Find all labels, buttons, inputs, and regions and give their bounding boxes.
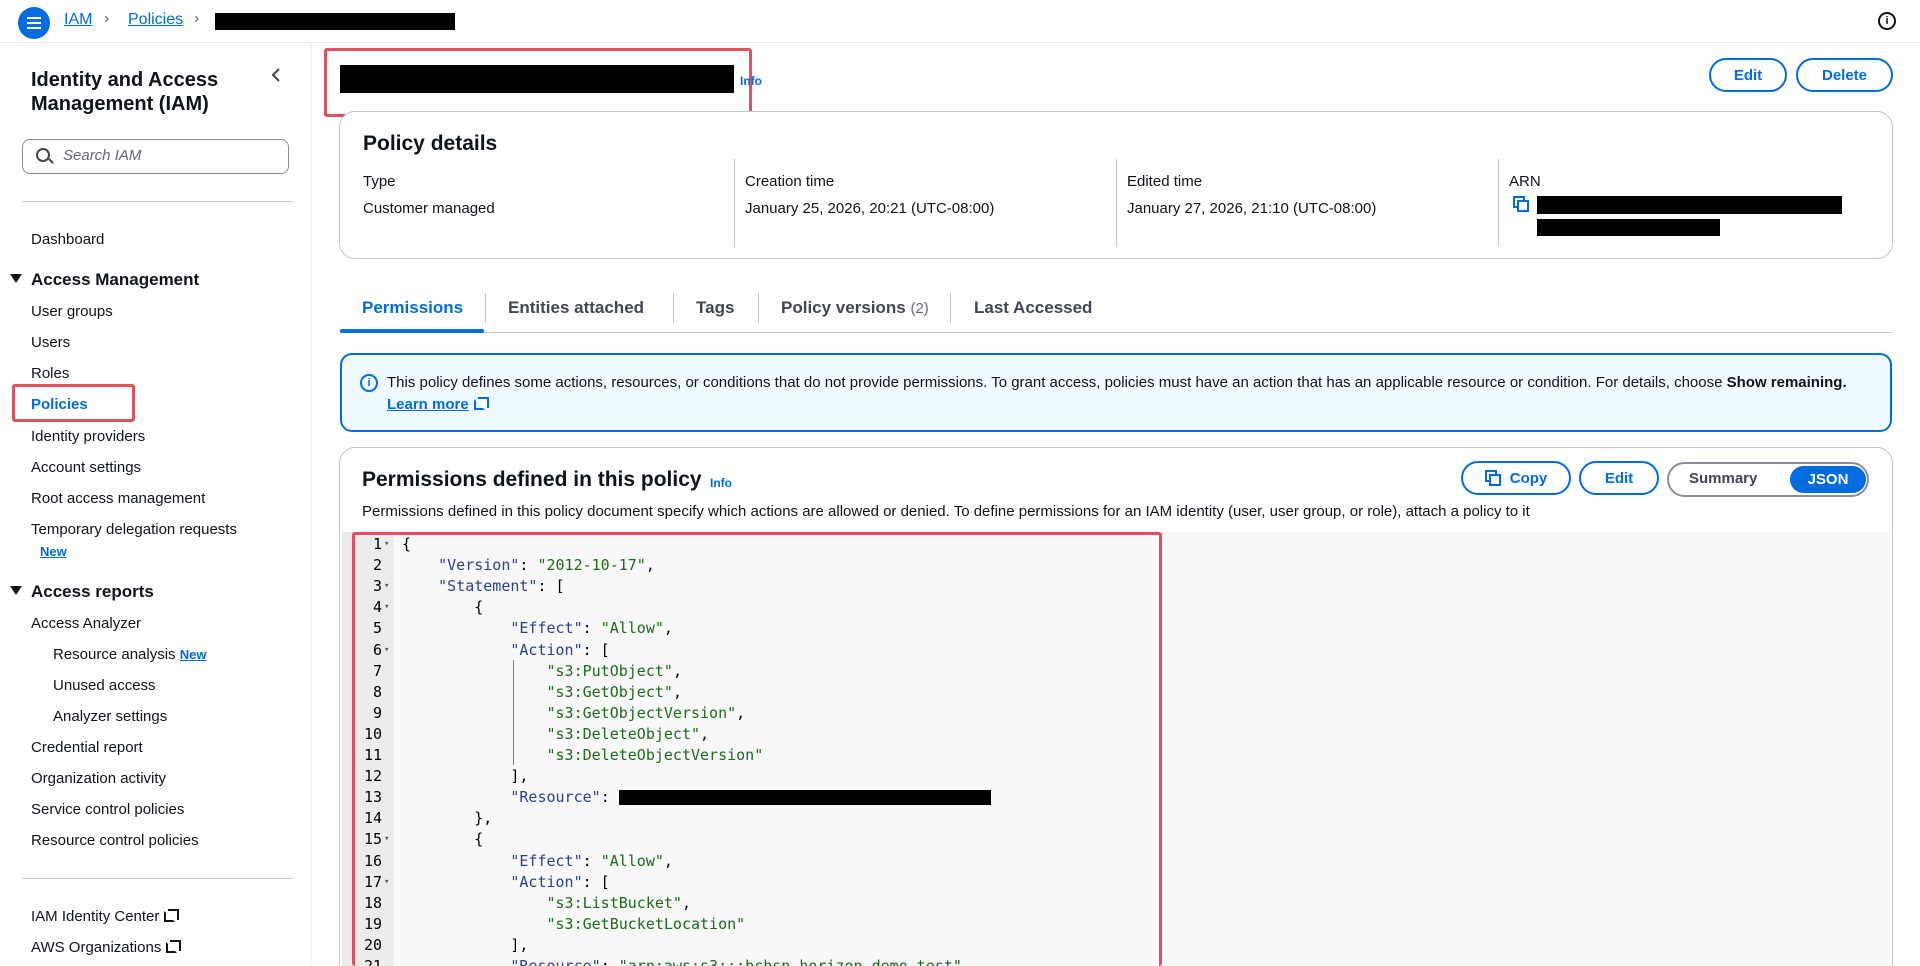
info-link[interactable]: Info — [740, 74, 762, 88]
info-alert: i This policy defines some actions, reso… — [340, 353, 1892, 432]
tab-bar: Permissions Entities attached Tags Polic… — [340, 285, 1892, 333]
info-link[interactable]: Info — [710, 476, 732, 490]
type-label: Type — [363, 173, 396, 190]
edit-button[interactable]: Edit — [1709, 58, 1787, 92]
sidebar-item-resource-control-policies[interactable]: Resource control policies — [31, 832, 199, 849]
caret-down-icon — [10, 274, 22, 284]
creation-time-label: Creation time — [745, 173, 835, 190]
sidebar-item-dashboard[interactable]: Dashboard — [31, 231, 104, 248]
sidebar-item-access-analyzer[interactable]: Access Analyzer — [31, 615, 141, 632]
external-link-icon — [166, 940, 182, 953]
search-input[interactable] — [63, 147, 273, 164]
highlight-box-code — [352, 532, 1162, 966]
permissions-title: Permissions defined in this policy — [362, 468, 702, 491]
sidebar-item-users[interactable]: Users — [31, 334, 70, 351]
divider — [1116, 159, 1117, 247]
sidebar-item-identity-providers[interactable]: Identity providers — [31, 428, 145, 445]
delete-button[interactable]: Delete — [1796, 58, 1893, 92]
sidebar-item-service-control-policies[interactable]: Service control policies — [31, 801, 184, 818]
sidebar-item-root-access[interactable]: Root access management — [31, 490, 205, 507]
divider — [22, 878, 293, 879]
sidebar-title: Identity and Access Management (IAM) — [31, 69, 219, 115]
sidebar-item-roles[interactable]: Roles — [31, 365, 69, 382]
view-toggle[interactable]: Summary JSON — [1667, 462, 1869, 497]
redacted-arn — [1537, 196, 1842, 214]
copy-icon — [1484, 470, 1501, 486]
external-link-icon — [164, 909, 180, 922]
sidebar-item-user-groups[interactable]: User groups — [31, 303, 113, 320]
divider — [22, 201, 293, 202]
tab-entities-attached[interactable]: Entities attached — [508, 298, 644, 318]
tab-last-accessed[interactable]: Last Accessed — [974, 298, 1092, 318]
type-value: Customer managed — [363, 200, 495, 217]
section-access-management[interactable]: Access Management — [10, 270, 199, 290]
sidebar-link-iam-identity-center[interactable]: IAM Identity Center — [31, 908, 180, 925]
creation-time-value: January 25, 2026, 20:21 (UTC-08:00) — [745, 200, 995, 217]
sidebar-item-temporary-delegation[interactable]: Temporary delegation requests — [31, 521, 237, 538]
sidebar-link-aws-organizations[interactable]: AWS Organizations — [31, 939, 182, 956]
divider — [734, 159, 735, 247]
section-access-reports[interactable]: Access reports — [10, 582, 154, 602]
divider — [950, 293, 951, 323]
breadcrumb-policies[interactable]: Policies — [128, 11, 183, 29]
chevron-right-icon: › — [194, 10, 200, 27]
sidebar-item-credential-report[interactable]: Credential report — [31, 739, 143, 756]
arn-label: ARN — [1509, 173, 1541, 190]
copy-button[interactable]: Copy — [1461, 461, 1571, 495]
search-field[interactable] — [22, 139, 289, 174]
tab-tags[interactable]: Tags — [696, 298, 734, 318]
divider — [485, 293, 486, 323]
edited-time-value: January 27, 2026, 21:10 (UTC-08:00) — [1127, 200, 1377, 217]
divider — [758, 293, 759, 323]
sidebar-item-unused-access[interactable]: Unused access — [53, 677, 156, 694]
tab-policy-versions[interactable]: Policy versions (2) — [781, 298, 929, 318]
external-link-icon — [473, 397, 489, 410]
search-icon — [36, 148, 50, 162]
menu-icon[interactable] — [18, 7, 50, 39]
toggle-summary[interactable]: Summary — [1689, 470, 1757, 487]
permissions-description: Permissions defined in this policy docum… — [362, 503, 1530, 520]
info-icon: i — [360, 374, 378, 392]
edited-time-label: Edited time — [1127, 173, 1203, 190]
sidebar-item-resource-analysis[interactable]: Resource analysis New — [53, 646, 206, 663]
info-icon[interactable]: i — [1878, 12, 1896, 30]
top-bar: IAM › Policies › i — [0, 0, 1920, 43]
learn-more-link[interactable]: Learn more — [387, 396, 489, 413]
policy-details-panel: Policy details Type Customer managed Cre… — [339, 111, 1893, 259]
sidebar-item-account-settings[interactable]: Account settings — [31, 459, 141, 476]
caret-down-icon — [10, 586, 22, 596]
redacted-policy-name — [340, 65, 734, 93]
toggle-json[interactable]: JSON — [1790, 466, 1866, 493]
active-tab-indicator — [340, 329, 484, 333]
chevron-right-icon: › — [104, 10, 110, 27]
breadcrumb-iam[interactable]: IAM — [64, 11, 92, 29]
tab-permissions[interactable]: Permissions — [362, 298, 463, 318]
policy-details-title: Policy details — [363, 132, 498, 155]
edit-policy-button[interactable]: Edit — [1579, 461, 1659, 495]
redacted-arn — [1537, 219, 1720, 236]
new-badge: New — [40, 544, 67, 559]
copy-icon[interactable] — [1513, 196, 1529, 212]
sidebar-item-organization-activity[interactable]: Organization activity — [31, 770, 166, 787]
chevron-left-icon[interactable] — [270, 68, 284, 82]
redacted-breadcrumb — [215, 13, 455, 30]
sidebar-item-analyzer-settings[interactable]: Analyzer settings — [53, 708, 167, 725]
alert-text: This policy defines some actions, resour… — [387, 374, 1847, 413]
divider — [673, 293, 674, 323]
highlight-box-policies — [12, 384, 135, 422]
sidebar: Identity and Access Management (IAM) Das… — [0, 44, 312, 966]
new-badge: New — [179, 647, 207, 662]
divider — [1498, 159, 1499, 247]
